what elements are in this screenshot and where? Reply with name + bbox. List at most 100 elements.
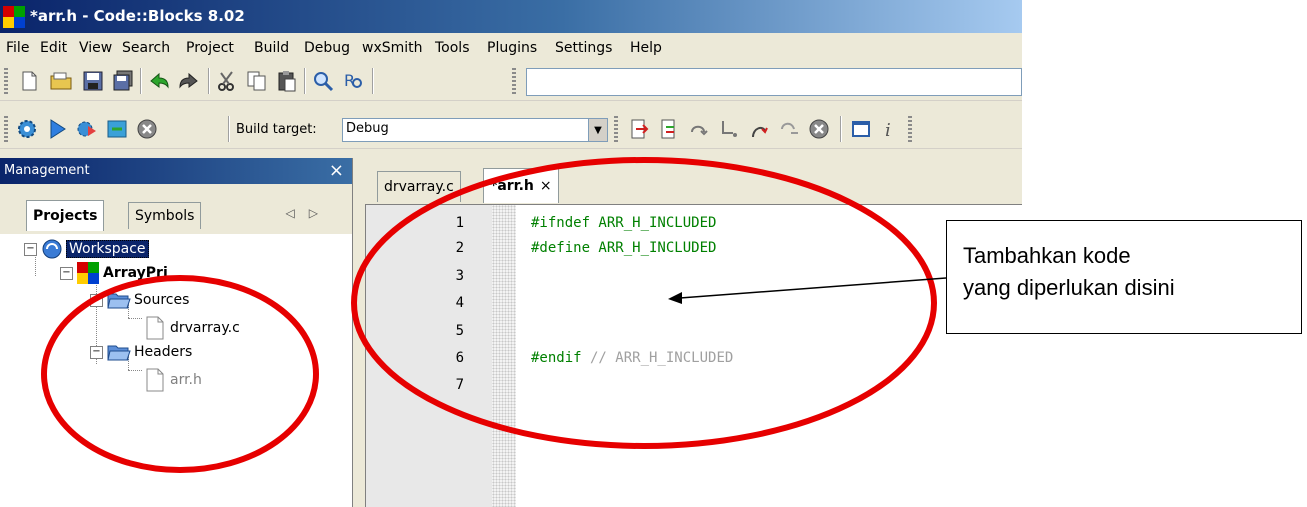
project-label: ArrayPrj — [103, 265, 168, 281]
tree-item-project[interactable]: − ArrayPrj — [60, 262, 168, 284]
debug-windows-button[interactable] — [848, 116, 874, 142]
menu-settings[interactable]: Settings — [555, 40, 612, 56]
new-file-button[interactable] — [16, 68, 42, 94]
collapse-icon[interactable]: − — [90, 345, 103, 359]
project-icon — [77, 262, 99, 284]
toolbar-grip[interactable] — [512, 68, 516, 94]
run-button[interactable] — [44, 116, 70, 142]
source-file-icon — [146, 316, 164, 340]
menu-file[interactable]: File — [6, 40, 29, 56]
collapse-icon[interactable]: − — [90, 293, 103, 307]
build-and-run-button[interactable] — [74, 116, 100, 142]
line-number: 1 — [455, 215, 464, 231]
find-button[interactable] — [310, 68, 336, 94]
build-run-icon — [77, 121, 96, 137]
build-target-select[interactable]: Debug ▼ — [342, 118, 608, 142]
rebuild-button[interactable] — [104, 116, 130, 142]
chevron-down-icon[interactable]: ▼ — [588, 119, 607, 141]
debug-start-button[interactable] — [626, 116, 652, 142]
tree-item-arr-h[interactable]: arr.h — [146, 368, 202, 392]
menu-search[interactable]: Search — [122, 40, 170, 56]
callout-text-line-1: Tambahkan kode — [963, 243, 1131, 268]
close-tab-icon[interactable]: × — [540, 178, 552, 194]
next-instruction-icon — [781, 122, 798, 134]
info-button[interactable]: i — [878, 116, 904, 142]
step-over-icon — [691, 125, 708, 136]
code-editor[interactable]: 1 2 3 4 5 6 7 #ifndef ARR_H_INCLUDED #de… — [365, 204, 1022, 507]
collapse-icon[interactable]: − — [24, 242, 37, 256]
management-panel: Management × Projects Symbols ◁▷ − Works… — [0, 158, 353, 507]
abort-button[interactable] — [134, 116, 160, 142]
management-header: Management × — [0, 158, 352, 184]
toolbar-separator — [228, 116, 230, 142]
headers-label: Headers — [134, 344, 193, 360]
step-out-icon — [752, 126, 768, 138]
line-number: 6 — [455, 350, 464, 366]
tab-symbols[interactable]: Symbols — [128, 202, 202, 229]
copy-icon — [247, 71, 266, 91]
tab-arr-h[interactable]: *arr.h × — [483, 168, 559, 203]
step-into-button[interactable] — [716, 116, 742, 142]
tree-item-drvarray-c[interactable]: drvarray.c — [146, 316, 240, 340]
save-button[interactable] — [80, 68, 106, 94]
next-instruction-button[interactable] — [776, 116, 802, 142]
collapse-icon[interactable]: − — [60, 266, 73, 280]
toolbar-grip[interactable] — [4, 68, 8, 94]
stop-debugger-button[interactable] — [806, 116, 832, 142]
annotation-callout: Tambahkan kode yang diperlukan disini — [946, 220, 1302, 334]
endif-directive: #endif — [531, 350, 582, 366]
tab-drvarray-c[interactable]: drvarray.c — [377, 171, 461, 202]
tab-projects[interactable]: Projects — [26, 200, 105, 231]
toolbar-grip[interactable] — [908, 116, 912, 142]
menu-edit[interactable]: Edit — [40, 40, 67, 56]
code-line-2[interactable]: #define ARR_H_INCLUDED — [531, 240, 716, 256]
close-icon[interactable]: × — [329, 160, 344, 181]
line-number: 3 — [455, 268, 464, 284]
paste-button[interactable] — [274, 68, 300, 94]
find-replace-icon: R — [344, 71, 362, 90]
replace-button[interactable]: R — [340, 68, 366, 94]
open-file-button[interactable] — [48, 68, 74, 94]
code-completion-combo[interactable] — [526, 68, 1022, 96]
run-to-cursor-icon — [661, 119, 675, 139]
build-button[interactable] — [14, 116, 40, 142]
menu-help[interactable]: Help — [630, 40, 662, 56]
build-target-label: Build target: — [236, 122, 317, 137]
callout-text-line-2: yang diperlukan disini — [963, 275, 1175, 300]
save-all-button[interactable] — [110, 68, 136, 94]
toolbar-separator — [372, 68, 374, 94]
next-line-button[interactable] — [686, 116, 712, 142]
sources-label: Sources — [134, 292, 190, 308]
debug-window-icon — [852, 121, 870, 137]
menu-debug[interactable]: Debug — [304, 40, 350, 56]
run-to-cursor-button[interactable] — [656, 116, 682, 142]
tree-item-headers[interactable]: − Headers — [90, 342, 192, 362]
code-line-1[interactable]: #ifndef ARR_H_INCLUDED — [531, 215, 716, 231]
menu-wxsmith[interactable]: wxSmith — [362, 40, 423, 56]
copy-button[interactable] — [244, 68, 270, 94]
tree-item-workspace[interactable]: − Workspace — [24, 238, 149, 260]
menu-view[interactable]: View — [79, 40, 112, 56]
line-number-gutter: 1 2 3 4 5 6 7 — [366, 205, 492, 507]
tab-scroll-arrows-icon[interactable]: ◁▷ — [286, 206, 332, 220]
code-line-6[interactable]: #endif // ARR_H_INCLUDED — [531, 350, 733, 366]
tree-item-sources[interactable]: − Sources — [90, 290, 189, 310]
toolbar-grip[interactable] — [4, 116, 8, 142]
tree-connector — [128, 370, 142, 371]
build-target-value: Debug — [346, 121, 389, 136]
toolbar-grip[interactable] — [614, 116, 618, 142]
menu-project[interactable]: Project — [186, 40, 234, 56]
step-out-button[interactable] — [746, 116, 772, 142]
line-number: 5 — [455, 323, 464, 339]
fold-margin[interactable] — [492, 205, 516, 507]
cut-button[interactable] — [214, 68, 240, 94]
menu-tools[interactable]: Tools — [435, 40, 470, 56]
redo-button[interactable] — [176, 68, 202, 94]
toolbar-separator — [304, 68, 306, 94]
menu-plugins[interactable]: Plugins — [487, 40, 537, 56]
management-title: Management — [4, 163, 90, 178]
undo-button[interactable] — [146, 68, 172, 94]
toolbar-separator — [140, 68, 142, 94]
menu-build[interactable]: Build — [254, 40, 289, 56]
codeblocks-logo-icon — [3, 6, 25, 28]
